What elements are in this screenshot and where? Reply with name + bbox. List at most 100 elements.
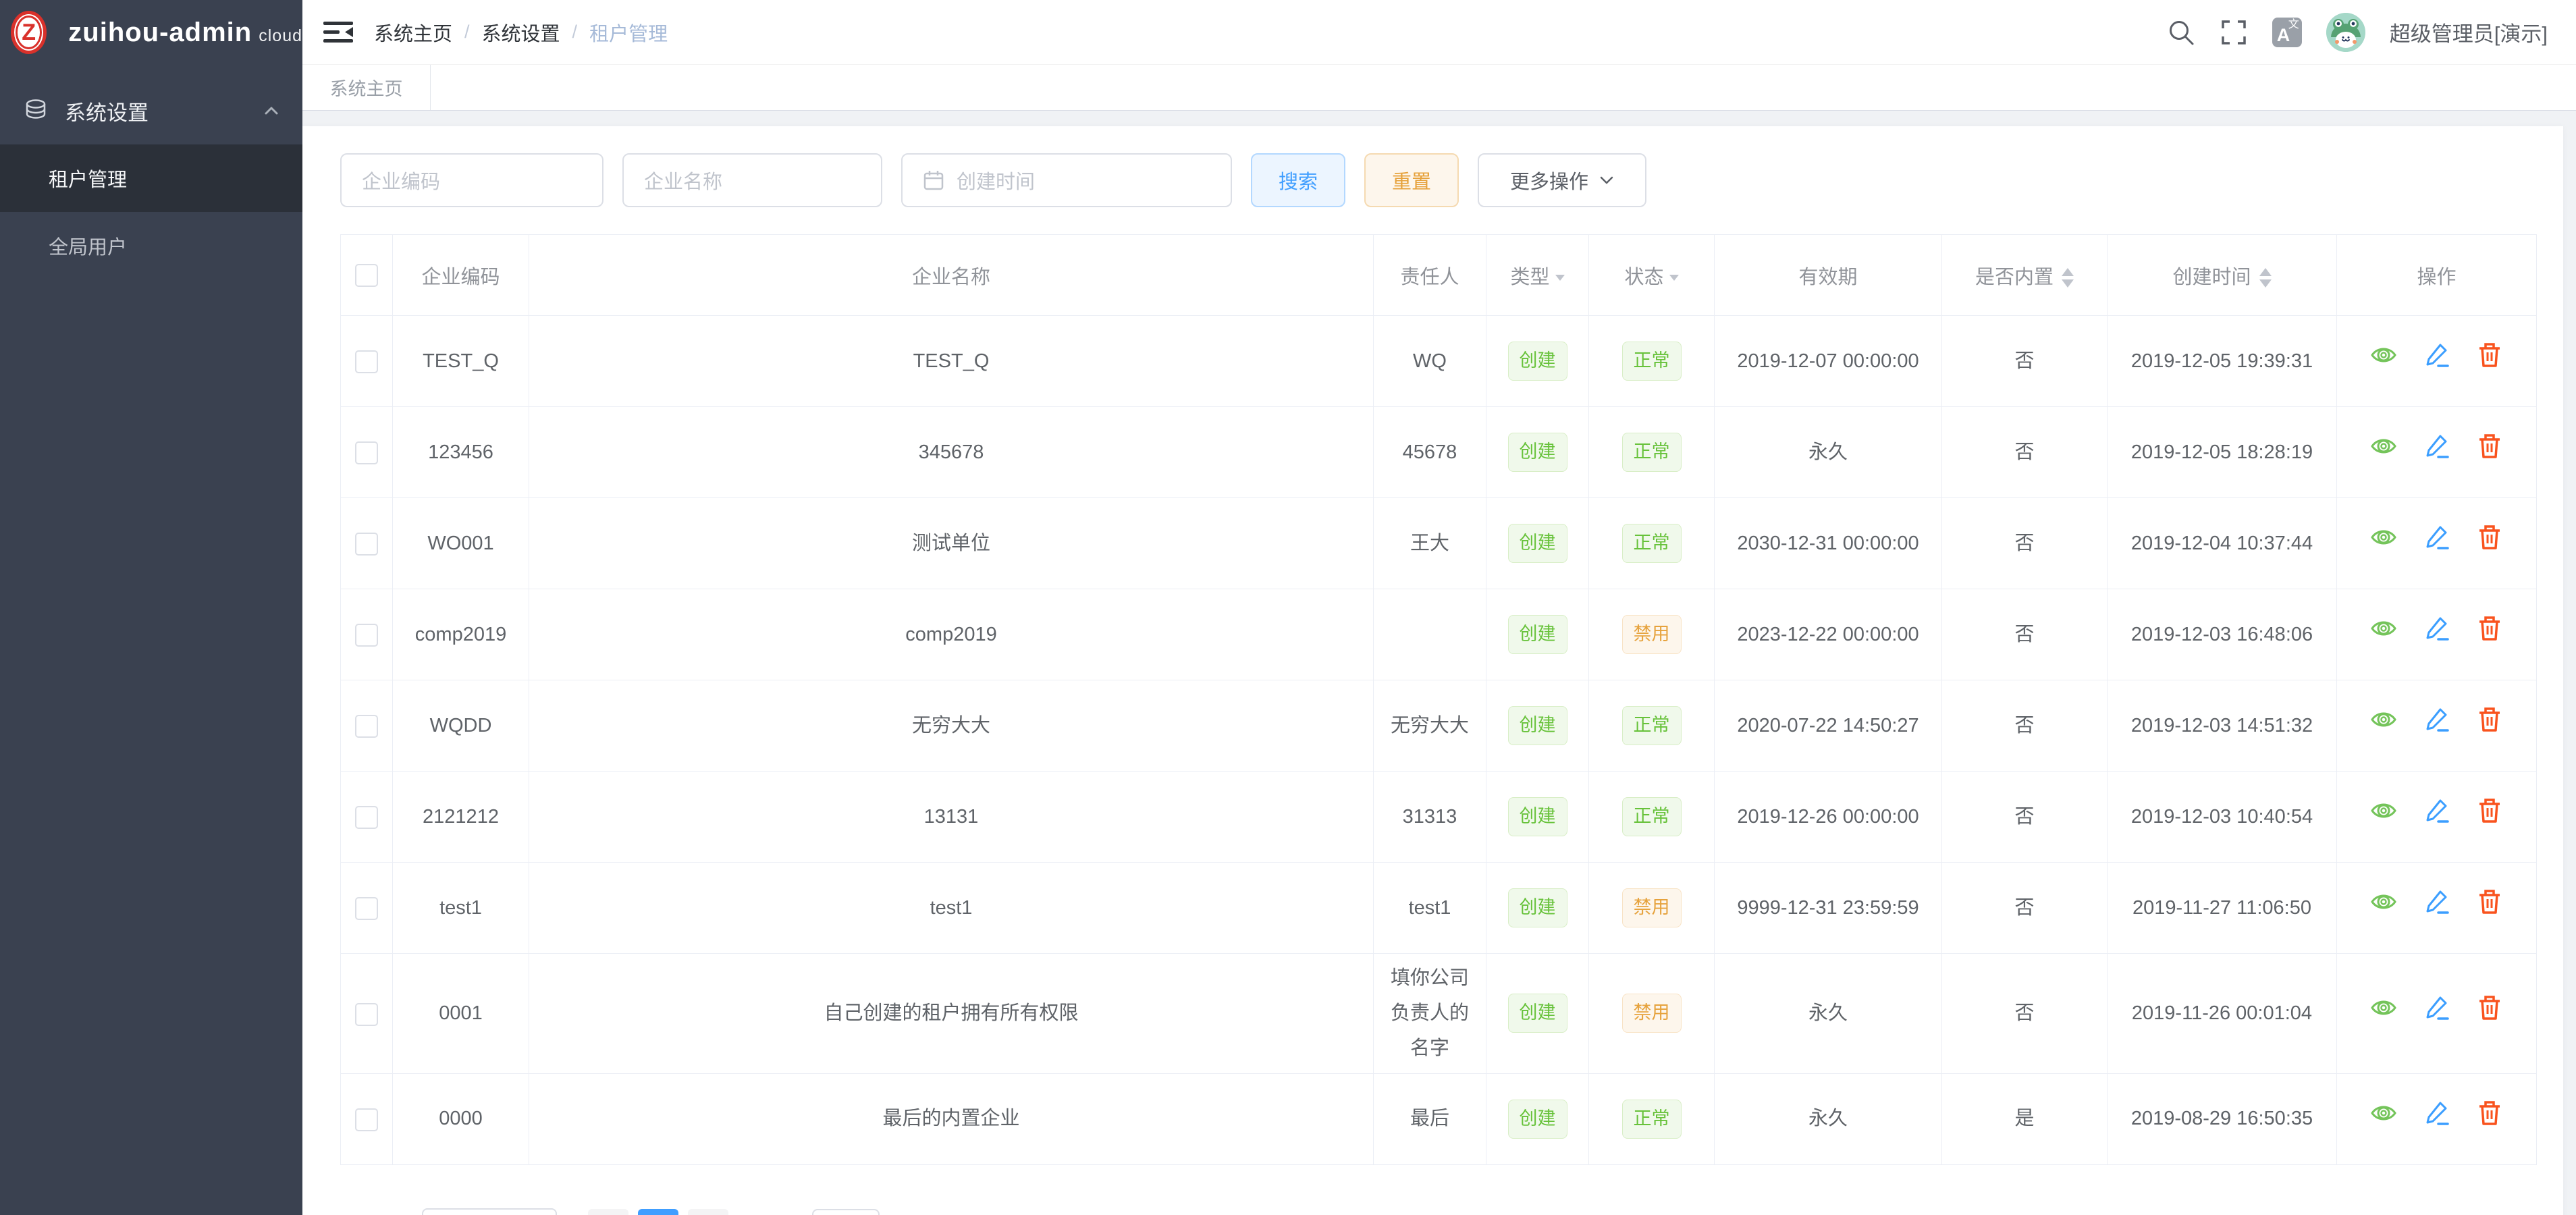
row-checkbox[interactable] (355, 533, 378, 556)
edit-icon[interactable] (2423, 433, 2450, 471)
company-code-input[interactable]: 企业编码 (340, 153, 603, 207)
cell-company-name: test1 (529, 863, 1374, 954)
header-type[interactable]: 类型 (1486, 235, 1589, 316)
cell-validity: 永久 (1715, 954, 1942, 1074)
page-size-select[interactable]: 10条/页 (422, 1208, 557, 1215)
search-button[interactable]: 搜索 (1251, 153, 1345, 207)
table-row: 0001 自己创建的租户拥有所有权限 填你公司负责人的名字 创建 禁用 永久 否… (341, 954, 2537, 1074)
delete-icon[interactable] (2476, 706, 2503, 745)
chevron-up-icon (263, 105, 279, 117)
sidebar-item-global-users[interactable]: 全局用户 (0, 212, 302, 279)
type-badge: 创建 (1508, 888, 1567, 927)
company-name-input[interactable]: 企业名称 (622, 153, 882, 207)
cell-created: 2019-12-03 14:51:32 (2108, 680, 2337, 772)
status-badge: 正常 (1622, 706, 1682, 745)
table-row: 2121212 13131 31313 创建 正常 2019-12-26 00:… (341, 772, 2537, 863)
tab-system-home[interactable]: 系统主页 (302, 65, 431, 110)
goto-page-input[interactable] (812, 1209, 880, 1215)
row-checkbox[interactable] (355, 441, 378, 464)
row-checkbox[interactable] (355, 1003, 378, 1026)
edit-icon[interactable] (2423, 888, 2450, 927)
cell-company-code: WQDD (393, 680, 529, 772)
sidebar-group-label: 系统设置 (65, 96, 149, 126)
sidebar-fold-icon[interactable] (323, 18, 354, 47)
sidebar-item-tenant-management[interactable]: 租户管理 (0, 144, 302, 212)
brand: Z zuihou-admincloud (0, 0, 302, 65)
delete-icon[interactable] (2476, 615, 2503, 653)
search-icon[interactable] (2167, 18, 2195, 47)
edit-icon[interactable] (2423, 524, 2450, 562)
row-checkbox[interactable] (355, 350, 378, 373)
fullscreen-icon[interactable] (2220, 18, 2248, 47)
header-status[interactable]: 状态 (1589, 235, 1715, 316)
edit-icon[interactable] (2423, 1100, 2450, 1138)
sort-icons[interactable] (2062, 268, 2074, 288)
row-checkbox[interactable] (355, 1108, 378, 1131)
cell-validity: 2020-07-22 14:50:27 (1715, 680, 1942, 772)
table-row: WO001 测试单位 王大 创建 正常 2030-12-31 00:00:00 … (341, 498, 2537, 589)
cell-created: 2019-12-03 10:40:54 (2108, 772, 2337, 863)
row-checkbox[interactable] (355, 715, 378, 738)
view-icon[interactable] (2370, 615, 2397, 653)
header-created[interactable]: 创建时间 (2108, 235, 2337, 316)
view-icon[interactable] (2370, 994, 2397, 1033)
language-icon[interactable]: A 文 (2272, 18, 2302, 47)
filter-caret-icon[interactable] (1669, 275, 1679, 281)
delete-icon[interactable] (2476, 797, 2503, 836)
sidebar-group-system-settings[interactable]: 系统设置 (0, 77, 302, 144)
edit-icon[interactable] (2423, 615, 2450, 653)
reset-button[interactable]: 重置 (1364, 153, 1459, 207)
more-actions-button[interactable]: 更多操作 (1478, 153, 1646, 207)
header-code: 企业编码 (393, 235, 529, 316)
header-validity: 有效期 (1715, 235, 1942, 316)
brand-logo-icon: Z (11, 11, 47, 54)
avatar[interactable] (2326, 13, 2365, 52)
table-row: 0000 最后的内置企业 最后 创建 正常 永久 是 2019-08-29 16… (341, 1073, 2537, 1164)
username[interactable]: 超级管理员[演示] (2390, 17, 2548, 47)
cell-validity: 2023-12-22 00:00:00 (1715, 589, 1942, 680)
row-checkbox[interactable] (355, 624, 378, 647)
delete-icon[interactable] (2476, 994, 2503, 1033)
edit-icon[interactable] (2423, 706, 2450, 745)
sort-icons[interactable] (2259, 268, 2272, 288)
view-icon[interactable] (2370, 706, 2397, 745)
content: 企业编码 企业名称 创建时间 搜索 重置 更多操作 (302, 111, 2576, 1215)
cell-company-code: 0001 (393, 954, 529, 1074)
next-page-button[interactable] (688, 1209, 728, 1215)
cell-owner: 45678 (1374, 407, 1486, 498)
cell-builtin: 否 (1942, 954, 2108, 1074)
filter-caret-icon[interactable] (1555, 275, 1565, 281)
prev-page-button[interactable] (588, 1209, 628, 1215)
brand-suffix: cloud (259, 26, 302, 45)
edit-icon[interactable] (2423, 342, 2450, 380)
delete-icon[interactable] (2476, 342, 2503, 380)
header-builtin[interactable]: 是否内置 (1942, 235, 2108, 316)
breadcrumb-system-settings[interactable]: 系统设置 (482, 18, 560, 47)
view-icon[interactable] (2370, 797, 2397, 836)
row-checkbox[interactable] (355, 806, 378, 829)
page-1-button[interactable]: 1 (638, 1209, 678, 1215)
cell-builtin: 否 (1942, 589, 2108, 680)
edit-icon[interactable] (2423, 994, 2450, 1033)
status-badge: 正常 (1622, 1100, 1682, 1139)
cell-builtin: 否 (1942, 498, 2108, 589)
create-time-input[interactable]: 创建时间 (901, 153, 1232, 207)
delete-icon[interactable] (2476, 524, 2503, 562)
view-icon[interactable] (2370, 524, 2397, 562)
cell-builtin: 否 (1942, 680, 2108, 772)
view-icon[interactable] (2370, 342, 2397, 380)
breadcrumb-separator: / (464, 22, 470, 43)
view-icon[interactable] (2370, 433, 2397, 471)
view-icon[interactable] (2370, 1100, 2397, 1138)
edit-icon[interactable] (2423, 797, 2450, 836)
delete-icon[interactable] (2476, 1100, 2503, 1138)
view-icon[interactable] (2370, 888, 2397, 927)
select-all-checkbox[interactable] (355, 264, 378, 287)
create-time-placeholder: 创建时间 (957, 166, 1035, 194)
row-checkbox[interactable] (355, 897, 378, 920)
delete-icon[interactable] (2476, 888, 2503, 927)
topbar: 系统主页 / 系统设置 / 租户管理 (302, 0, 2576, 65)
breadcrumb-home[interactable]: 系统主页 (374, 18, 452, 47)
delete-icon[interactable] (2476, 433, 2503, 471)
cell-validity: 2019-12-26 00:00:00 (1715, 772, 1942, 863)
